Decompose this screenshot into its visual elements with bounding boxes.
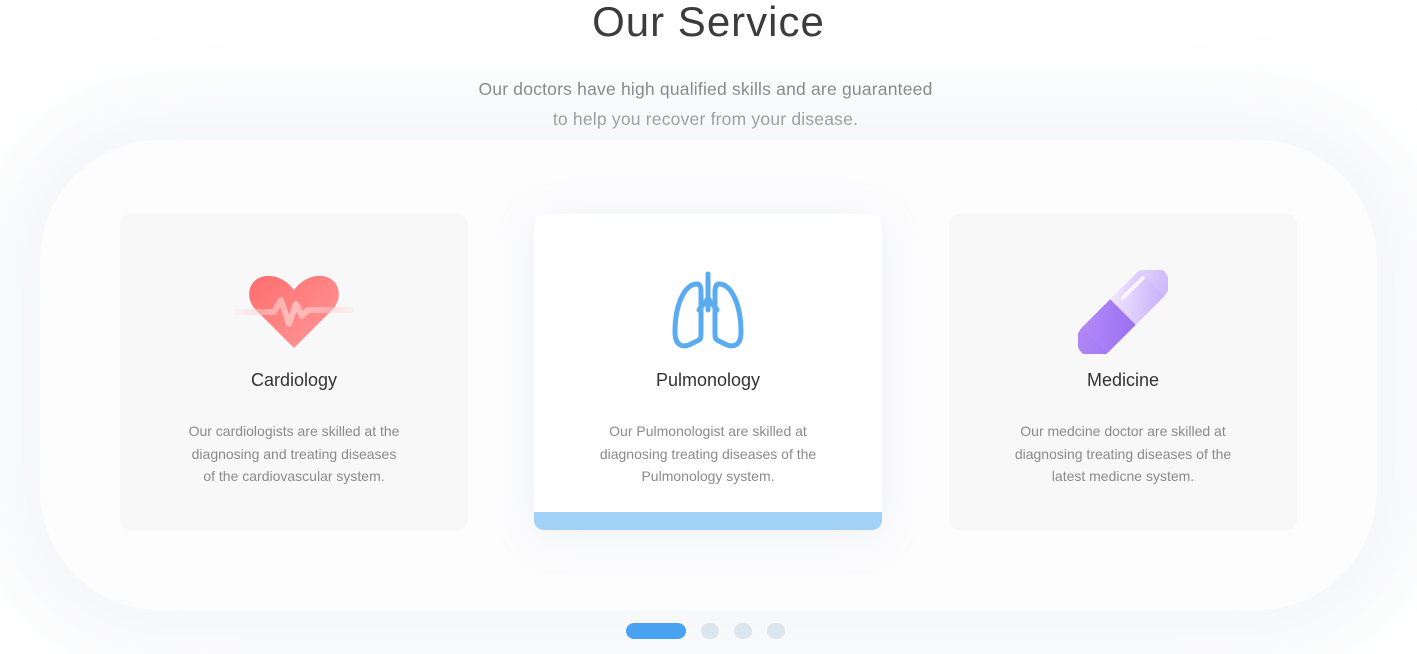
service-card-cardiology[interactable]: Cardiology Our cardiologists are skilled… <box>120 214 468 530</box>
pagination-dot-1[interactable] <box>626 623 686 639</box>
service-name: Medicine <box>1086 370 1160 390</box>
service-card-medicine[interactable]: Medicine Our medcine doctor are skilled … <box>949 214 1297 530</box>
service-name: Pulmonology <box>655 370 761 390</box>
description-line: Our Pulmonologist are skilled at <box>609 423 807 439</box>
description-line: diagnosing and treating diseases <box>191 445 397 462</box>
description-line: diagnosing treating diseases of the <box>599 445 817 462</box>
service-name: Cardiology <box>250 370 338 390</box>
section-title: Our Service <box>592 0 825 45</box>
subtitle-line: Our doctors have high qualified skills a… <box>478 79 933 99</box>
service-description: Our medcine doctor are skilled at diagno… <box>1005 420 1241 488</box>
service-description: Our cardiologists are skilled at the dia… <box>176 420 412 488</box>
description-line: Pulmonology system. <box>641 468 775 484</box>
heart-pulse-icon <box>120 270 468 354</box>
service-description: Our Pulmonologist are skilled at diagnos… <box>590 420 826 488</box>
description-line: Our cardiologists are skilled at the <box>188 423 400 439</box>
description-line: Our medcine doctor are skilled at <box>1020 423 1226 439</box>
pagination-dot-4[interactable] <box>767 623 785 639</box>
description-line: of the cardiovascular system. <box>203 468 385 484</box>
lungs-icon <box>534 270 882 354</box>
service-card-pulmonology[interactable]: Pulmonology Our Pulmonologist are skille… <box>534 214 882 530</box>
description-line: latest medicne system. <box>1051 468 1195 484</box>
pill-capsule-icon <box>949 270 1297 354</box>
subtitle-line: to help you recover from your disease. <box>552 109 859 129</box>
pagination-dot-2[interactable] <box>701 623 719 639</box>
pagination-dot-3[interactable] <box>734 623 752 639</box>
section-subtitle: Our doctors have high qualified skills a… <box>458 74 953 134</box>
active-card-bar <box>534 512 882 530</box>
description-line: diagnosing treating diseases of the <box>1014 445 1232 462</box>
